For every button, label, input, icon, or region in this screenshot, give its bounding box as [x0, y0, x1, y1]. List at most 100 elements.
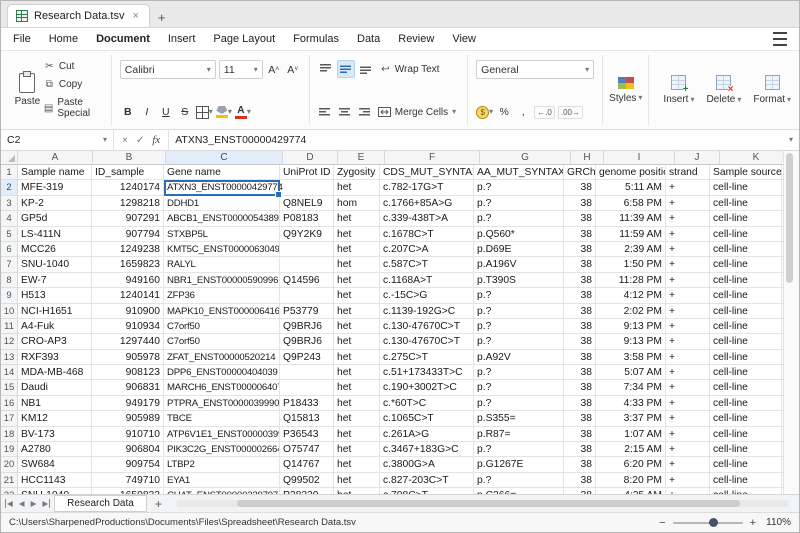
- cell[interactable]: 908123: [92, 365, 164, 381]
- cell[interactable]: 38: [564, 318, 596, 335]
- cell[interactable]: cell-line: [710, 395, 782, 412]
- align-left-button[interactable]: [318, 104, 334, 120]
- cell[interactable]: [280, 380, 334, 396]
- cell[interactable]: p.?: [474, 288, 564, 304]
- copy-button[interactable]: ⧉ Copy: [42, 78, 103, 91]
- cell[interactable]: NBR1_ENST00000590996: [164, 272, 280, 289]
- cell[interactable]: p.T390S: [474, 272, 564, 289]
- zoom-in-button[interactable]: +: [750, 517, 756, 529]
- font-color-button[interactable]: A ▾: [234, 104, 251, 120]
- cell[interactable]: 1659823: [92, 257, 164, 273]
- shrink-font-button[interactable]: A ˅: [285, 62, 301, 78]
- cell[interactable]: het: [334, 272, 380, 289]
- row-header[interactable]: 7: [1, 257, 18, 273]
- menu-home[interactable]: Home: [49, 33, 78, 45]
- cell[interactable]: [280, 257, 334, 273]
- cell[interactable]: p.?: [474, 318, 564, 335]
- row-header[interactable]: 12: [1, 334, 18, 350]
- cell[interactable]: SNU-1040: [18, 257, 92, 273]
- cell[interactable]: c.51+173433T>C: [380, 365, 474, 381]
- last-sheet-button[interactable]: ▶: [39, 499, 51, 508]
- cell[interactable]: p.A92V: [474, 349, 564, 366]
- cell[interactable]: RALYL: [164, 257, 280, 273]
- cell[interactable]: cell-line: [710, 303, 782, 319]
- row-header[interactable]: 10: [1, 303, 18, 319]
- cell[interactable]: c.190+3002T>C: [380, 380, 474, 396]
- cell[interactable]: c.587C>T: [380, 257, 474, 273]
- cell[interactable]: 38: [564, 303, 596, 319]
- cell[interactable]: cell-line: [710, 380, 782, 396]
- cell[interactable]: 38: [564, 180, 596, 196]
- column-header[interactable]: E: [338, 151, 385, 165]
- cell[interactable]: Sample source: [710, 165, 782, 181]
- cell[interactable]: P36543: [280, 426, 334, 443]
- number-format-select[interactable]: General ▾: [476, 60, 595, 79]
- cell[interactable]: 905989: [92, 411, 164, 427]
- strikethrough-button[interactable]: S: [177, 104, 193, 120]
- cell[interactable]: 907291: [92, 211, 164, 227]
- cell[interactable]: 38: [564, 365, 596, 381]
- underline-button[interactable]: U: [158, 104, 174, 120]
- format-cells-button[interactable]: Format ▾: [747, 57, 797, 123]
- paste-special-button[interactable]: ▤ Paste Special: [42, 96, 103, 120]
- cell[interactable]: 38: [564, 241, 596, 258]
- cell[interactable]: cell-line: [710, 180, 782, 196]
- cell[interactable]: ATP6V1E1_ENST00000399796: [164, 426, 280, 443]
- cell[interactable]: cell-line: [710, 257, 782, 273]
- cell[interactable]: 38: [564, 380, 596, 396]
- cell[interactable]: 4:12 PM: [596, 288, 666, 304]
- cell[interactable]: 6:20 PM: [596, 457, 666, 473]
- cell[interactable]: +: [666, 380, 710, 396]
- cell[interactable]: het: [334, 411, 380, 427]
- increase-decimal-button[interactable]: .00→: [557, 105, 583, 119]
- cell[interactable]: c.275C>T: [380, 349, 474, 366]
- cell[interactable]: GRCh: [564, 165, 596, 181]
- column-header[interactable]: C: [166, 151, 283, 165]
- cell[interactable]: MFE-319: [18, 180, 92, 196]
- column-header[interactable]: J: [675, 151, 720, 165]
- menu-review[interactable]: Review: [398, 33, 434, 45]
- cell[interactable]: ID_sample: [92, 165, 164, 181]
- cell[interactable]: het: [334, 426, 380, 443]
- horizontal-scrollbar-thumb[interactable]: [237, 500, 740, 507]
- cell[interactable]: c.339-438T>A: [380, 211, 474, 227]
- cell[interactable]: het: [334, 241, 380, 258]
- wrap-text-button[interactable]: ↩ Wrap Text: [377, 61, 443, 77]
- cell[interactable]: LS-411N: [18, 226, 92, 242]
- cell[interactable]: C7orf50: [164, 318, 280, 335]
- cell[interactable]: 2:15 AM: [596, 442, 666, 458]
- cell[interactable]: Q99502: [280, 472, 334, 489]
- cell[interactable]: Q14596: [280, 272, 334, 289]
- cell[interactable]: 1249238: [92, 241, 164, 258]
- cell[interactable]: c.1065C>T: [380, 411, 474, 427]
- cell[interactable]: p.?: [474, 334, 564, 350]
- cell[interactable]: 749710: [92, 472, 164, 489]
- cell[interactable]: +: [666, 272, 710, 289]
- cell[interactable]: het: [334, 442, 380, 458]
- cell[interactable]: 949160: [92, 272, 164, 289]
- previous-sheet-button[interactable]: ◀: [16, 499, 28, 508]
- grow-font-button[interactable]: A ˄: [266, 62, 282, 78]
- cell[interactable]: p.?: [474, 211, 564, 227]
- close-tab-icon[interactable]: ×: [130, 10, 140, 22]
- cell[interactable]: MDA-MB-468: [18, 365, 92, 381]
- cell[interactable]: NB1: [18, 395, 92, 412]
- cell[interactable]: 909754: [92, 457, 164, 473]
- row-header[interactable]: 5: [1, 226, 18, 242]
- font-name-select[interactable]: Calibri ▾: [119, 60, 216, 79]
- styles-group[interactable]: Styles ▾: [603, 55, 650, 125]
- cell[interactable]: cell-line: [710, 457, 782, 473]
- cell[interactable]: p.?: [474, 365, 564, 381]
- cell-name-box[interactable]: C2 ▾: [1, 130, 114, 150]
- vertical-scrollbar[interactable]: [783, 151, 799, 494]
- cell[interactable]: 5:11 AM: [596, 180, 666, 196]
- cell[interactable]: A2780: [18, 442, 92, 458]
- column-header[interactable]: F: [385, 151, 480, 165]
- column-header[interactable]: H: [571, 151, 604, 165]
- column-header[interactable]: B: [93, 151, 166, 165]
- cell[interactable]: ZFP36: [164, 288, 280, 304]
- row-header[interactable]: 17: [1, 411, 18, 427]
- align-middle-button[interactable]: [336, 60, 355, 78]
- cell[interactable]: P08183: [280, 211, 334, 227]
- cell[interactable]: cell-line: [710, 365, 782, 381]
